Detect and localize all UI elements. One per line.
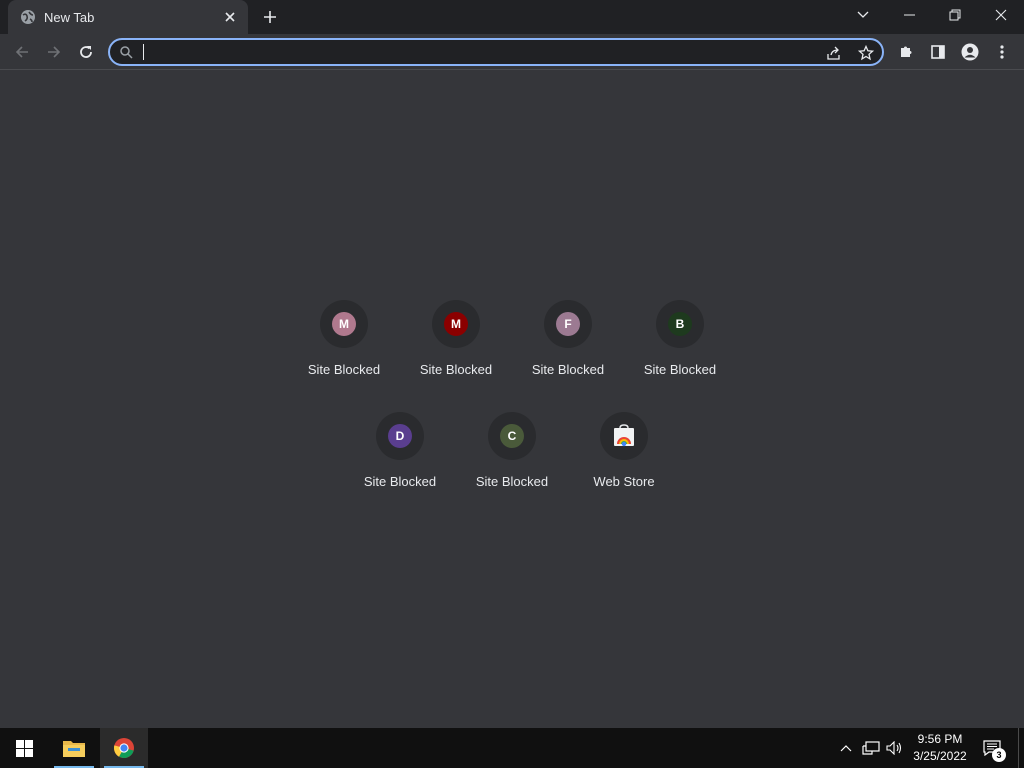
tab-close-icon[interactable] (222, 9, 238, 25)
address-bar[interactable] (108, 38, 884, 66)
new-tab-button[interactable] (258, 6, 282, 28)
more-vertical-icon (1000, 45, 1004, 59)
shortcut-icon-ring: B (656, 300, 704, 348)
shortcut-tile[interactable]: M Site Blocked (288, 300, 400, 412)
shortcut-tile[interactable]: B Site Blocked (624, 300, 736, 412)
shortcut-icon-ring: D (376, 412, 424, 460)
chevron-up-icon (840, 745, 852, 752)
back-button[interactable] (8, 38, 36, 66)
shortcut-label: Web Store (593, 474, 655, 489)
minimize-icon (903, 14, 915, 16)
clock-date: 3/25/2022 (913, 749, 967, 763)
shortcut-label: Site Blocked (363, 474, 437, 489)
shortcut-letter-icon: F (556, 312, 580, 336)
new-tab-page: M Site Blocked M Site Blocked F Site Blo… (0, 71, 1024, 728)
volume-icon (886, 741, 902, 755)
shortcut-letter-icon: B (668, 312, 692, 336)
file-explorer-icon (63, 741, 85, 757)
restore-button[interactable] (932, 0, 978, 30)
restore-icon (949, 9, 961, 21)
extensions-button[interactable] (892, 38, 920, 66)
chevron-down-icon (857, 11, 869, 18)
shortcut-icon-ring: M (320, 300, 368, 348)
show-hidden-icons-button[interactable] (836, 728, 856, 768)
search-icon (120, 46, 133, 59)
menu-button[interactable] (988, 38, 1016, 66)
reload-button[interactable] (72, 38, 100, 66)
shortcut-icon-ring (600, 412, 648, 460)
globe-icon (20, 9, 36, 25)
plus-icon (264, 11, 276, 23)
close-icon (995, 9, 1007, 21)
title-bar: New Tab (0, 0, 1024, 34)
tab-search-button[interactable] (840, 0, 886, 30)
shortcut-tile[interactable]: C Site Blocked (456, 412, 568, 524)
windows-taskbar: 9:56 PM 3/25/2022 3 (0, 728, 1024, 768)
shortcut-letter-icon: C (500, 424, 524, 448)
shortcut-label: Site Blocked (475, 474, 549, 489)
shortcut-icon-ring: F (544, 300, 592, 348)
taskbar-chrome[interactable] (100, 728, 148, 768)
show-desktop-divider[interactable] (1018, 728, 1019, 768)
browser-toolbar (0, 34, 1024, 70)
chrome-icon (113, 738, 134, 759)
system-clock[interactable]: 9:56 PM 3/25/2022 (906, 731, 974, 765)
shortcut-tile[interactable]: D Site Blocked (344, 412, 456, 524)
tab-new-tab[interactable]: New Tab (8, 0, 248, 34)
network-button[interactable] (860, 728, 882, 768)
shortcut-tile-web-store[interactable]: Web Store (568, 412, 680, 524)
profile-icon (961, 43, 979, 61)
text-cursor (143, 44, 144, 60)
side-panel-button[interactable] (924, 38, 952, 66)
tab-title: New Tab (44, 9, 95, 25)
profile-button[interactable] (956, 38, 984, 66)
back-arrow-icon (15, 46, 28, 58)
volume-button[interactable] (884, 728, 906, 768)
notification-count-badge: 3 (992, 748, 1006, 762)
network-icon (862, 741, 880, 755)
shortcut-tile[interactable]: F Site Blocked (512, 300, 624, 412)
shortcut-letter-icon: M (444, 312, 468, 336)
close-window-button[interactable] (978, 0, 1024, 30)
shortcut-icon-ring: C (488, 412, 536, 460)
shortcut-tile[interactable]: M Site Blocked (400, 300, 512, 412)
forward-button[interactable] (40, 38, 68, 66)
windows-start-icon (15, 739, 33, 757)
taskbar-file-explorer[interactable] (50, 728, 98, 768)
puzzle-icon (901, 46, 912, 57)
shortcut-label: Site Blocked (419, 362, 493, 377)
clock-time: 9:56 PM (917, 732, 963, 746)
shortcut-label: Site Blocked (531, 362, 605, 377)
shortcut-label: Site Blocked (307, 362, 381, 377)
forward-arrow-icon (48, 46, 61, 58)
address-input[interactable] (140, 42, 820, 62)
share-icon[interactable] (824, 43, 844, 63)
shortcut-letter-icon: M (332, 312, 356, 336)
web-store-icon (614, 424, 634, 447)
shortcut-letter-icon: D (388, 424, 412, 448)
minimize-button[interactable] (886, 0, 932, 30)
bookmark-star-icon[interactable] (856, 43, 876, 63)
shortcut-icon-ring: M (432, 300, 480, 348)
start-button[interactable] (0, 728, 48, 768)
shortcut-label: Site Blocked (643, 362, 717, 377)
reload-icon (80, 46, 92, 58)
side-panel-icon (931, 45, 945, 59)
